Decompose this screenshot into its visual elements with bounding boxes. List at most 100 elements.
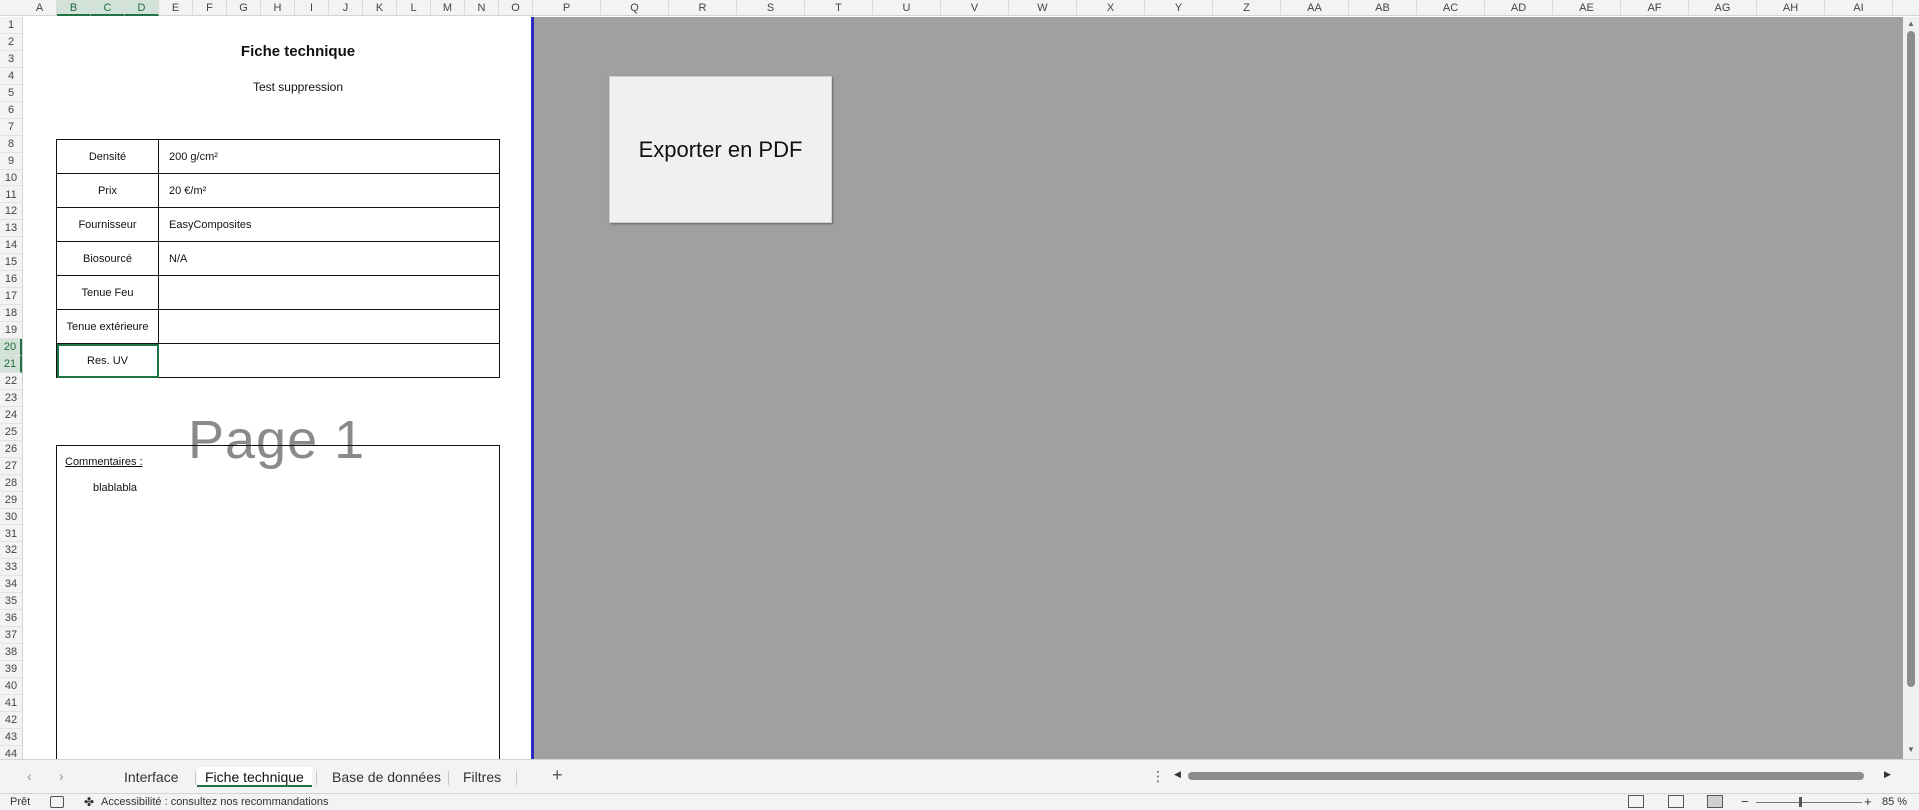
column-header-e[interactable]: E xyxy=(159,0,193,16)
row-header-41[interactable]: 41 xyxy=(0,695,22,712)
row-header-31[interactable]: 31 xyxy=(0,526,22,543)
prev-sheet-icon[interactable]: ‹ xyxy=(27,768,32,784)
row-header-9[interactable]: 9 xyxy=(0,153,22,170)
row-header-25[interactable]: 25 xyxy=(0,424,22,441)
column-header-ac[interactable]: AC xyxy=(1417,0,1485,16)
row-header-26[interactable]: 26 xyxy=(0,441,22,458)
zoom-out-icon[interactable]: − xyxy=(1741,794,1749,809)
column-header-ai[interactable]: AI xyxy=(1825,0,1893,16)
column-header-u[interactable]: U xyxy=(873,0,941,16)
row-header-40[interactable]: 40 xyxy=(0,678,22,695)
row-header-43[interactable]: 43 xyxy=(0,729,22,746)
normal-view-icon[interactable] xyxy=(1628,795,1644,808)
column-header-l[interactable]: L xyxy=(397,0,431,16)
zoom-level[interactable]: 85 % xyxy=(1882,796,1907,808)
spec-value-cell[interactable]: 20 €/m² xyxy=(158,173,500,208)
spec-label-cell[interactable]: Densité xyxy=(56,139,159,174)
column-header-aa[interactable]: AA xyxy=(1281,0,1349,16)
row-header-17[interactable]: 17 xyxy=(0,288,22,306)
scroll-left-icon[interactable]: ◀ xyxy=(1174,769,1181,780)
column-header-s[interactable]: S xyxy=(737,0,805,16)
row-header-23[interactable]: 23 xyxy=(0,390,22,407)
comments-box[interactable]: Commentaires : blablabla xyxy=(56,445,500,765)
row-header-37[interactable]: 37 xyxy=(0,627,22,645)
column-header-y[interactable]: Y xyxy=(1145,0,1213,16)
spec-value-cell[interactable]: EasyComposites xyxy=(158,207,500,242)
column-header-t[interactable]: T xyxy=(805,0,873,16)
column-header-g[interactable]: G xyxy=(227,0,261,16)
row-header-27[interactable]: 27 xyxy=(0,458,22,475)
tab-interface[interactable]: Interface xyxy=(116,767,186,787)
macro-recorder-icon[interactable] xyxy=(50,796,64,808)
spec-label-cell[interactable]: Res. UV xyxy=(56,343,159,378)
spec-value-cell[interactable] xyxy=(158,275,500,310)
column-header-f[interactable]: F xyxy=(193,0,227,16)
spec-value-cell[interactable]: 200 g/cm² xyxy=(158,139,500,174)
row-header-13[interactable]: 13 xyxy=(0,220,22,238)
row-header-11[interactable]: 11 xyxy=(0,187,22,204)
spec-label-cell[interactable]: Tenue Feu xyxy=(56,275,159,310)
horizontal-scrollbar[interactable]: ◀ ▶ xyxy=(1174,769,1897,783)
row-header-20[interactable]: 20 xyxy=(0,339,22,356)
export-pdf-button[interactable]: Exporter en PDF xyxy=(609,76,832,223)
row-header-21[interactable]: 21 xyxy=(0,356,22,373)
column-header-v[interactable]: V xyxy=(941,0,1009,16)
row-header-14[interactable]: 14 xyxy=(0,237,22,255)
row-header-34[interactable]: 34 xyxy=(0,576,22,594)
zoom-in-icon[interactable]: + xyxy=(1864,794,1872,809)
row-header-24[interactable]: 24 xyxy=(0,407,22,424)
column-header-ad[interactable]: AD xyxy=(1485,0,1553,16)
next-sheet-icon[interactable]: › xyxy=(59,768,64,784)
vertical-scroll-thumb[interactable] xyxy=(1907,31,1915,687)
tab-filtres[interactable]: Filtres xyxy=(455,767,509,787)
page-break-view-icon[interactable] xyxy=(1707,795,1723,808)
row-header-44[interactable]: 44 xyxy=(0,746,22,759)
row-header-29[interactable]: 29 xyxy=(0,492,22,509)
column-header-b[interactable]: B xyxy=(57,0,91,16)
row-header-28[interactable]: 28 xyxy=(0,475,22,492)
row-header-36[interactable]: 36 xyxy=(0,610,22,628)
row-header-42[interactable]: 42 xyxy=(0,712,22,729)
column-header-ag[interactable]: AG xyxy=(1689,0,1757,16)
row-header-32[interactable]: 32 xyxy=(0,542,22,560)
column-header-m[interactable]: M xyxy=(431,0,465,16)
column-header-p[interactable]: P xyxy=(533,0,601,16)
column-header-n[interactable]: N xyxy=(465,0,499,16)
spec-label-cell[interactable]: Fournisseur xyxy=(56,207,159,242)
column-header-x[interactable]: X xyxy=(1077,0,1145,16)
row-header-12[interactable]: 12 xyxy=(0,203,22,221)
horizontal-scroll-thumb[interactable] xyxy=(1188,772,1864,780)
column-header-r[interactable]: R xyxy=(669,0,737,16)
row-header-2[interactable]: 2 xyxy=(0,34,22,51)
row-header-4[interactable]: 4 xyxy=(0,68,22,85)
spec-value-cell[interactable] xyxy=(158,343,500,378)
sheet-title[interactable]: Fiche technique xyxy=(163,43,433,60)
spec-label-cell[interactable]: Tenue extérieure xyxy=(56,309,159,344)
spec-value-cell[interactable]: N/A xyxy=(158,241,500,276)
column-header-q[interactable]: Q xyxy=(601,0,669,16)
column-header-o[interactable]: O xyxy=(499,0,533,16)
spec-value-cell[interactable] xyxy=(158,309,500,344)
row-header-16[interactable]: 16 xyxy=(0,271,22,289)
scroll-right-icon[interactable]: ▶ xyxy=(1884,769,1891,780)
page-layout-view-icon[interactable] xyxy=(1668,795,1684,808)
more-options-icon[interactable]: ⋮ xyxy=(1151,768,1165,785)
column-header-i[interactable]: I xyxy=(295,0,329,16)
column-header-c[interactable]: C xyxy=(91,0,125,16)
scroll-up-icon[interactable]: ▲ xyxy=(1907,19,1915,28)
row-header-33[interactable]: 33 xyxy=(0,559,22,577)
column-header-af[interactable]: AF xyxy=(1621,0,1689,16)
column-header-ae[interactable]: AE xyxy=(1553,0,1621,16)
column-header-z[interactable]: Z xyxy=(1213,0,1281,16)
column-header-h[interactable]: H xyxy=(261,0,295,16)
vertical-scrollbar[interactable]: ▲ ▼ xyxy=(1903,17,1919,759)
column-header-ah[interactable]: AH xyxy=(1757,0,1825,16)
column-header-a[interactable]: A xyxy=(23,0,57,16)
accessibility-icon[interactable]: ✤ xyxy=(84,795,94,809)
row-header-15[interactable]: 15 xyxy=(0,254,22,272)
row-header-30[interactable]: 30 xyxy=(0,509,22,526)
row-header-19[interactable]: 19 xyxy=(0,322,22,340)
row-header-6[interactable]: 6 xyxy=(0,102,22,119)
tab-base-de-donnees[interactable]: Base de données xyxy=(324,767,449,787)
row-header-39[interactable]: 39 xyxy=(0,661,22,679)
